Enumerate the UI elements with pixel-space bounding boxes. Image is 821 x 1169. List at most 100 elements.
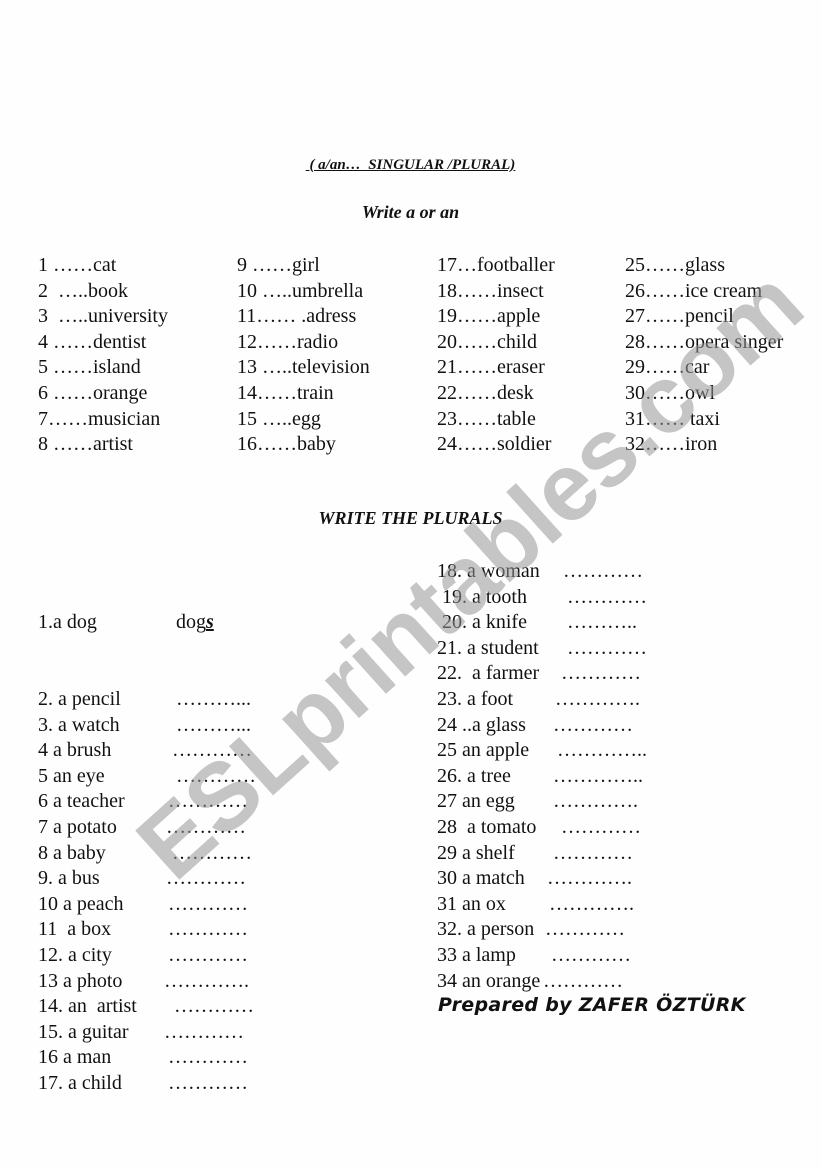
exercise1-item: 14……train bbox=[237, 381, 334, 404]
exercise1-item: 8 ……artist bbox=[38, 433, 133, 456]
singular-word: 4 a brush bbox=[38, 739, 112, 762]
answer-blank: ………… bbox=[543, 969, 623, 992]
singular-word: 25 an apple bbox=[437, 739, 530, 762]
answer-blank: ………… bbox=[168, 790, 248, 813]
answer-blank: ………… bbox=[166, 867, 246, 890]
exercise1-item: 20……child bbox=[437, 330, 537, 353]
singular-word: 6 a teacher bbox=[38, 790, 125, 813]
answer-blank: ………… bbox=[545, 918, 625, 941]
exercise1-item: 22……desk bbox=[437, 381, 534, 404]
plural-item: 7 a potato ………… bbox=[38, 815, 418, 841]
exercise1-item: 24……soldier bbox=[437, 433, 552, 456]
exercise1-column-2: 9 ……girl 10 …..umbrella 11…… .adress 12……ra… bbox=[237, 253, 370, 458]
exercise2-title: WRITE THE PLURALS bbox=[318, 508, 503, 528]
singular-word: 34 an orange bbox=[437, 969, 541, 992]
plural-item: 23. a foot …………. bbox=[437, 687, 777, 713]
plural-item: 24 ..a glass ………… bbox=[437, 713, 777, 739]
exercise2-example-row: 1.a dog dogs bbox=[38, 610, 418, 636]
plural-item: 11 a box ………… bbox=[38, 917, 418, 943]
plural-item: 32. a person ………… bbox=[437, 917, 777, 943]
answer-blank: ………… bbox=[164, 1020, 244, 1043]
plural-item: 3. a watch ………... bbox=[38, 713, 418, 739]
example-word: 1.a dog bbox=[38, 611, 97, 634]
plural-item: 27 an egg …………. bbox=[437, 789, 777, 815]
plural-item: 17. a child ………… bbox=[38, 1071, 418, 1097]
plural-item: 15. a guitar ………… bbox=[38, 1020, 418, 1046]
answer-blank: ……….. bbox=[567, 611, 637, 634]
answer-blank: ………… bbox=[172, 841, 252, 864]
exercise1-item: 17…footballer bbox=[437, 254, 555, 276]
answer-blank: ………….. bbox=[553, 764, 643, 787]
exercise1-item: 2 …..book bbox=[38, 279, 128, 302]
answer-blank: ………… bbox=[567, 585, 647, 608]
answer-blank: …………. bbox=[555, 687, 640, 710]
example-answer: dogs bbox=[176, 610, 214, 636]
exercise2-left-column: 1.a dog dogs 2. a pencil………... 3. a watch… bbox=[38, 559, 418, 1096]
plural-item: 21. a student ………… bbox=[437, 636, 777, 662]
answer-blank: …………. bbox=[549, 892, 634, 915]
worksheet-title: ( a/an… SINGULAR /PLURAL) bbox=[0, 157, 821, 174]
singular-word: 26. a tree bbox=[437, 764, 511, 787]
singular-word: 12. a city bbox=[38, 943, 112, 966]
plural-item: 12. a city ………… bbox=[38, 943, 418, 969]
plural-item: 30 a match …………. bbox=[437, 866, 777, 892]
answer-blank: ………… bbox=[561, 662, 641, 685]
plural-item: 22. a farmer ………… bbox=[437, 661, 777, 687]
singular-word: 3. a watch bbox=[38, 713, 120, 736]
answer-blank: ………… bbox=[168, 943, 248, 966]
exercise1-column-4: 25……glass 26……ice cream 27……pencil 28……oper… bbox=[625, 253, 783, 458]
answer-blank: ………... bbox=[176, 713, 251, 736]
singular-word: 5 an eye bbox=[38, 764, 105, 787]
example-answer-stem: dog bbox=[176, 611, 206, 634]
singular-word: 8 a baby bbox=[38, 841, 106, 864]
plural-item: 5 an eye ………… bbox=[38, 764, 418, 790]
plural-item: 19. a tooth ………… bbox=[437, 585, 777, 611]
singular-word: 10 a peach bbox=[38, 892, 124, 915]
plural-item: 8 a baby ………… bbox=[38, 841, 418, 867]
singular-word: 2. a pencil bbox=[38, 687, 121, 710]
exercise1-item: 5 ……island bbox=[38, 356, 141, 379]
exercise1-item: 31…… taxi bbox=[625, 407, 720, 430]
exercise2-right-column: 18. a woman ………… 19. a tooth ………… 20. a kn… bbox=[437, 559, 777, 994]
example-answer-suffix: s bbox=[206, 611, 214, 634]
exercise1-item: 25……glass bbox=[625, 254, 725, 276]
singular-word: 31 an ox bbox=[437, 892, 506, 915]
answer-blank: ………… bbox=[174, 995, 254, 1018]
plural-item: 16 a man ………… bbox=[38, 1045, 418, 1071]
plural-item: 26. a tree ………….. bbox=[437, 764, 777, 790]
singular-word: 14. an artist bbox=[38, 995, 137, 1018]
answer-blank: ………… bbox=[553, 713, 633, 736]
worksheet-title-text: ( a/an… SINGULAR /PLURAL) bbox=[305, 157, 516, 173]
exercise1-item: 15 …..egg bbox=[237, 407, 321, 430]
answer-blank: ………… bbox=[168, 918, 248, 941]
answer-blank: ………... bbox=[176, 687, 251, 710]
exercise1-item: 1 ……cat bbox=[38, 254, 117, 276]
exercise1-item: 7……musician bbox=[38, 407, 161, 430]
answer-blank: ………… bbox=[166, 815, 246, 838]
answer-blank: …………. bbox=[547, 867, 632, 890]
exercise1-item: 19……apple bbox=[437, 305, 541, 328]
answer-blank: ………….. bbox=[557, 739, 647, 762]
answer-blank: ………… bbox=[561, 815, 641, 838]
author-credit: Prepared by ZAFER ÖZTÜRK bbox=[438, 994, 746, 1016]
answer-blank: ………… bbox=[563, 560, 643, 582]
plural-item: 34 an orange………… bbox=[437, 969, 777, 995]
plural-item: 6 a teacher ………… bbox=[38, 789, 418, 815]
exercise1-item: 28……opera singer bbox=[625, 330, 784, 353]
exercise1-item: 16……baby bbox=[237, 433, 336, 456]
plural-item: 25 an apple ………….. bbox=[437, 738, 777, 764]
plural-item: 18. a woman ………… bbox=[437, 559, 777, 585]
exercise1-item: 6 ……orange bbox=[38, 381, 148, 404]
singular-word: 18. a woman bbox=[437, 560, 540, 582]
singular-word: 15. a guitar bbox=[38, 1020, 129, 1043]
exercise1-column-1: 1 ……cat 2 …..book 3 …..university 4 ……denti… bbox=[38, 253, 168, 458]
singular-word: 19. a tooth bbox=[437, 585, 527, 608]
singular-word: 20. a knife bbox=[437, 611, 527, 634]
answer-blank: ………… bbox=[172, 739, 252, 762]
singular-word: 28 a tomato bbox=[437, 815, 537, 838]
exercise1-item: 26……ice cream bbox=[625, 279, 763, 302]
singular-word: 27 an egg bbox=[437, 790, 515, 813]
answer-blank: ………… bbox=[551, 943, 631, 966]
singular-word: 16 a man bbox=[38, 1046, 112, 1069]
plural-item: 14. an artist ………… bbox=[38, 994, 418, 1020]
